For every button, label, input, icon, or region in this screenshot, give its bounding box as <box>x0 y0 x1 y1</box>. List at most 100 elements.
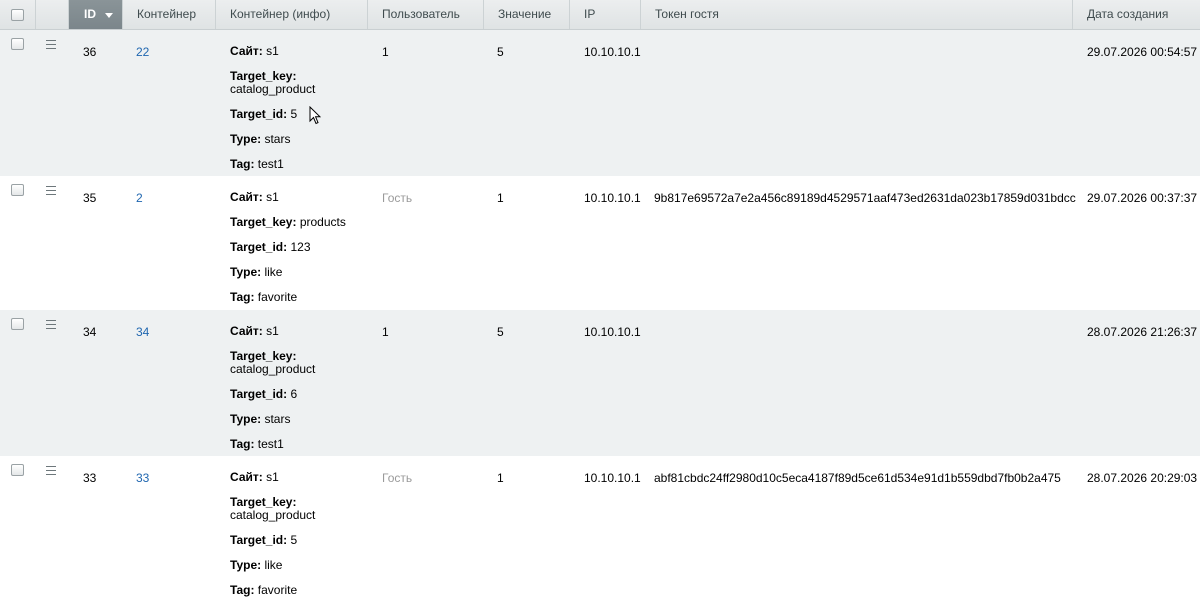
row-ip: 10.10.10.1 <box>584 191 641 205</box>
row-id: 35 <box>83 191 97 205</box>
container-link[interactable]: 33 <box>136 471 149 485</box>
menu-icon[interactable] <box>46 320 56 329</box>
site-label: Сайт: <box>230 190 263 204</box>
header-user[interactable]: Пользователь <box>368 0 484 29</box>
target-key-label: Target_key: <box>230 349 297 363</box>
type-label: Type: <box>230 412 262 426</box>
mouse-cursor-icon <box>309 106 321 125</box>
target-id-value: 5 <box>290 107 298 121</box>
target-key-label: Target_key: <box>230 495 297 509</box>
row-checkbox[interactable] <box>11 184 24 196</box>
tag-value: favorite <box>257 290 298 304</box>
container-link[interactable]: 34 <box>136 325 149 339</box>
select-all-checkbox[interactable] <box>11 9 24 21</box>
type-value: like <box>264 265 283 279</box>
header-guest-token[interactable]: Токен гостя <box>641 0 1073 29</box>
tag-label: Tag: <box>230 290 255 304</box>
target-key-value: catalog_product <box>230 362 316 376</box>
row-checkbox[interactable] <box>11 464 24 476</box>
type-value: like <box>264 558 283 572</box>
sort-desc-icon <box>105 13 113 18</box>
row-guest-token: 9b817e69572a7e2a456c89189d4529571aaf473e… <box>654 191 1076 205</box>
site-value: s1 <box>266 324 279 338</box>
row-value: 5 <box>497 325 504 339</box>
row-id: 36 <box>83 45 97 59</box>
site-label: Сайт: <box>230 470 263 484</box>
row-id: 34 <box>83 325 97 339</box>
table-row[interactable]: 36 22 Сайт: s1 Target_key: catalog_produc… <box>0 30 1200 176</box>
target-id-label: Target_id: <box>230 387 288 401</box>
table-row[interactable]: 35 2 Сайт: s1 Target_key: products Targe… <box>0 176 1200 310</box>
header-container-label: Контейнер <box>137 7 197 21</box>
row-created: 29.07.2026 00:54:57 <box>1087 45 1198 59</box>
type-value: stars <box>264 132 291 146</box>
row-ip: 10.10.10.1 <box>584 325 641 339</box>
target-key-value: catalog_product <box>230 82 316 96</box>
tag-value: favorite <box>257 583 298 597</box>
header-value[interactable]: Значение <box>484 0 570 29</box>
header-id-label: ID <box>84 7 96 21</box>
header-ip-label: IP <box>584 7 596 21</box>
row-user: 1 <box>382 45 389 59</box>
container-link[interactable]: 2 <box>136 191 143 205</box>
target-key-value: products <box>299 215 346 229</box>
table-row[interactable]: 34 34 Сайт: s1 Target_key: catalog_produc… <box>0 310 1200 456</box>
header-container-info[interactable]: Контейнер (инфо) <box>216 0 368 29</box>
site-label: Сайт: <box>230 44 263 58</box>
row-created: 28.07.2026 20:29:03 <box>1087 471 1198 485</box>
type-label: Type: <box>230 265 262 279</box>
row-user: Гость <box>382 191 413 205</box>
header-ip[interactable]: IP <box>570 0 641 29</box>
row-ip: 10.10.10.1 <box>584 471 641 485</box>
row-user: Гость <box>382 471 413 485</box>
header-container-info-label: Контейнер (инфо) <box>230 7 331 21</box>
row-value: 5 <box>497 45 504 59</box>
target-key-label: Target_key: <box>230 69 297 83</box>
row-id: 33 <box>83 471 97 485</box>
target-id-label: Target_id: <box>230 240 288 254</box>
menu-icon[interactable] <box>46 40 56 49</box>
header-guest-token-label: Токен гостя <box>655 7 719 21</box>
menu-icon[interactable] <box>46 466 56 475</box>
target-key-value: catalog_product <box>230 508 316 522</box>
header-user-label: Пользователь <box>382 7 460 21</box>
table-row[interactable]: 33 33 Сайт: s1 Target_key: catalog_produc… <box>0 456 1200 600</box>
tag-value: test1 <box>257 437 284 451</box>
site-value: s1 <box>266 44 279 58</box>
site-label: Сайт: <box>230 324 263 338</box>
tag-label: Tag: <box>230 437 255 451</box>
header-container[interactable]: Контейнер <box>123 0 216 29</box>
target-id-value: 5 <box>290 533 298 547</box>
container-info: Сайт: s1 Target_key: catalog_product Targ… <box>230 45 365 183</box>
site-value: s1 <box>266 190 279 204</box>
header-value-label: Значение <box>498 7 552 21</box>
target-key-label: Target_key: <box>230 215 297 229</box>
table-header: ID Контейнер Контейнер (инфо) Пользовате… <box>0 0 1200 30</box>
row-checkbox[interactable] <box>11 318 24 330</box>
header-select-all-cell <box>0 0 36 29</box>
header-created-label: Дата создания <box>1087 7 1169 21</box>
site-value: s1 <box>266 470 279 484</box>
target-id-value: 123 <box>290 240 311 254</box>
row-value: 1 <box>497 191 504 205</box>
target-id-label: Target_id: <box>230 533 288 547</box>
tag-label: Tag: <box>230 157 255 171</box>
row-ip: 10.10.10.1 <box>584 45 641 59</box>
target-id-label: Target_id: <box>230 107 288 121</box>
header-menu-cell <box>36 0 69 29</box>
type-label: Type: <box>230 558 262 572</box>
row-guest-token: abf81cbdc24ff2980d10c5eca4187f89d5ce61d5… <box>654 471 1061 485</box>
row-created: 28.07.2026 21:26:37 <box>1087 325 1198 339</box>
header-id[interactable]: ID <box>69 0 123 29</box>
container-link[interactable]: 22 <box>136 45 149 59</box>
row-checkbox[interactable] <box>11 38 24 50</box>
header-created[interactable]: Дата создания <box>1073 0 1200 29</box>
type-value: stars <box>264 412 291 426</box>
row-created: 29.07.2026 00:37:37 <box>1087 191 1198 205</box>
type-label: Type: <box>230 132 262 146</box>
row-value: 1 <box>497 471 504 485</box>
menu-icon[interactable] <box>46 186 56 195</box>
row-user: 1 <box>382 325 389 339</box>
container-info: Сайт: s1 Target_key: products Target_id:… <box>230 191 365 316</box>
target-id-value: 6 <box>290 387 298 401</box>
